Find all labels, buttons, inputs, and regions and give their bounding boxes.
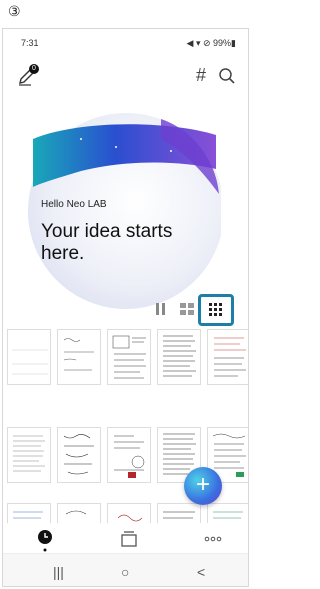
list-view-icon: [156, 303, 165, 315]
status-time: 7:31: [21, 38, 39, 48]
more-tab[interactable]: [201, 527, 225, 551]
pen-button[interactable]: 0: [17, 64, 39, 89]
back-button[interactable]: <: [197, 564, 205, 580]
search-button[interactable]: [218, 67, 236, 85]
hero-banner: Hello Neo LAB Your idea starts here.: [3, 99, 248, 319]
phone-screen: 7:31 ◀ ▾ ⊘ 99%▮ 0 # Hello Neo LAB Your i…: [2, 28, 249, 587]
tag-button[interactable]: #: [196, 65, 206, 86]
view-mode-switch: [148, 294, 238, 326]
greeting-text: Hello Neo LAB: [41, 199, 107, 210]
list-view-button[interactable]: [150, 298, 172, 320]
status-icons: ◀ ▾ ⊘ 99%▮: [186, 38, 236, 48]
note-thumbnail[interactable]: [57, 427, 101, 483]
hero-headline: Your idea starts here.: [41, 221, 173, 264]
medium-grid-button[interactable]: [176, 298, 198, 320]
step-label: ③: [8, 4, 21, 20]
note-thumbnail[interactable]: [207, 329, 248, 385]
more-icon: [204, 536, 222, 542]
small-grid-icon: [209, 303, 222, 316]
small-grid-button[interactable]: [198, 294, 234, 326]
search-icon: [219, 68, 235, 84]
recent-tab[interactable]: [33, 527, 57, 552]
note-thumbnail[interactable]: [7, 329, 51, 385]
medium-grid-icon: [180, 303, 194, 315]
note-thumbnail[interactable]: [57, 329, 101, 385]
notebooks-tab[interactable]: [117, 527, 141, 551]
note-thumbnail[interactable]: [157, 329, 201, 385]
note-thumbnail[interactable]: [107, 329, 151, 385]
notification-badge: 0: [29, 64, 39, 74]
system-navigation-bar: ||| ○ <: [3, 553, 248, 586]
note-thumbnail[interactable]: [107, 427, 151, 483]
status-bar: 7:31 ◀ ▾ ⊘ 99%▮: [3, 29, 248, 51]
note-thumbnail[interactable]: [7, 427, 51, 483]
recent-apps-button[interactable]: |||: [53, 564, 64, 580]
notebook-stack-icon: [121, 531, 137, 547]
clock-icon: [38, 530, 52, 552]
bottom-navigation: [3, 523, 248, 553]
top-bar: 0 #: [3, 63, 248, 89]
home-button[interactable]: ○: [121, 564, 129, 580]
new-note-button[interactable]: +: [184, 467, 222, 505]
